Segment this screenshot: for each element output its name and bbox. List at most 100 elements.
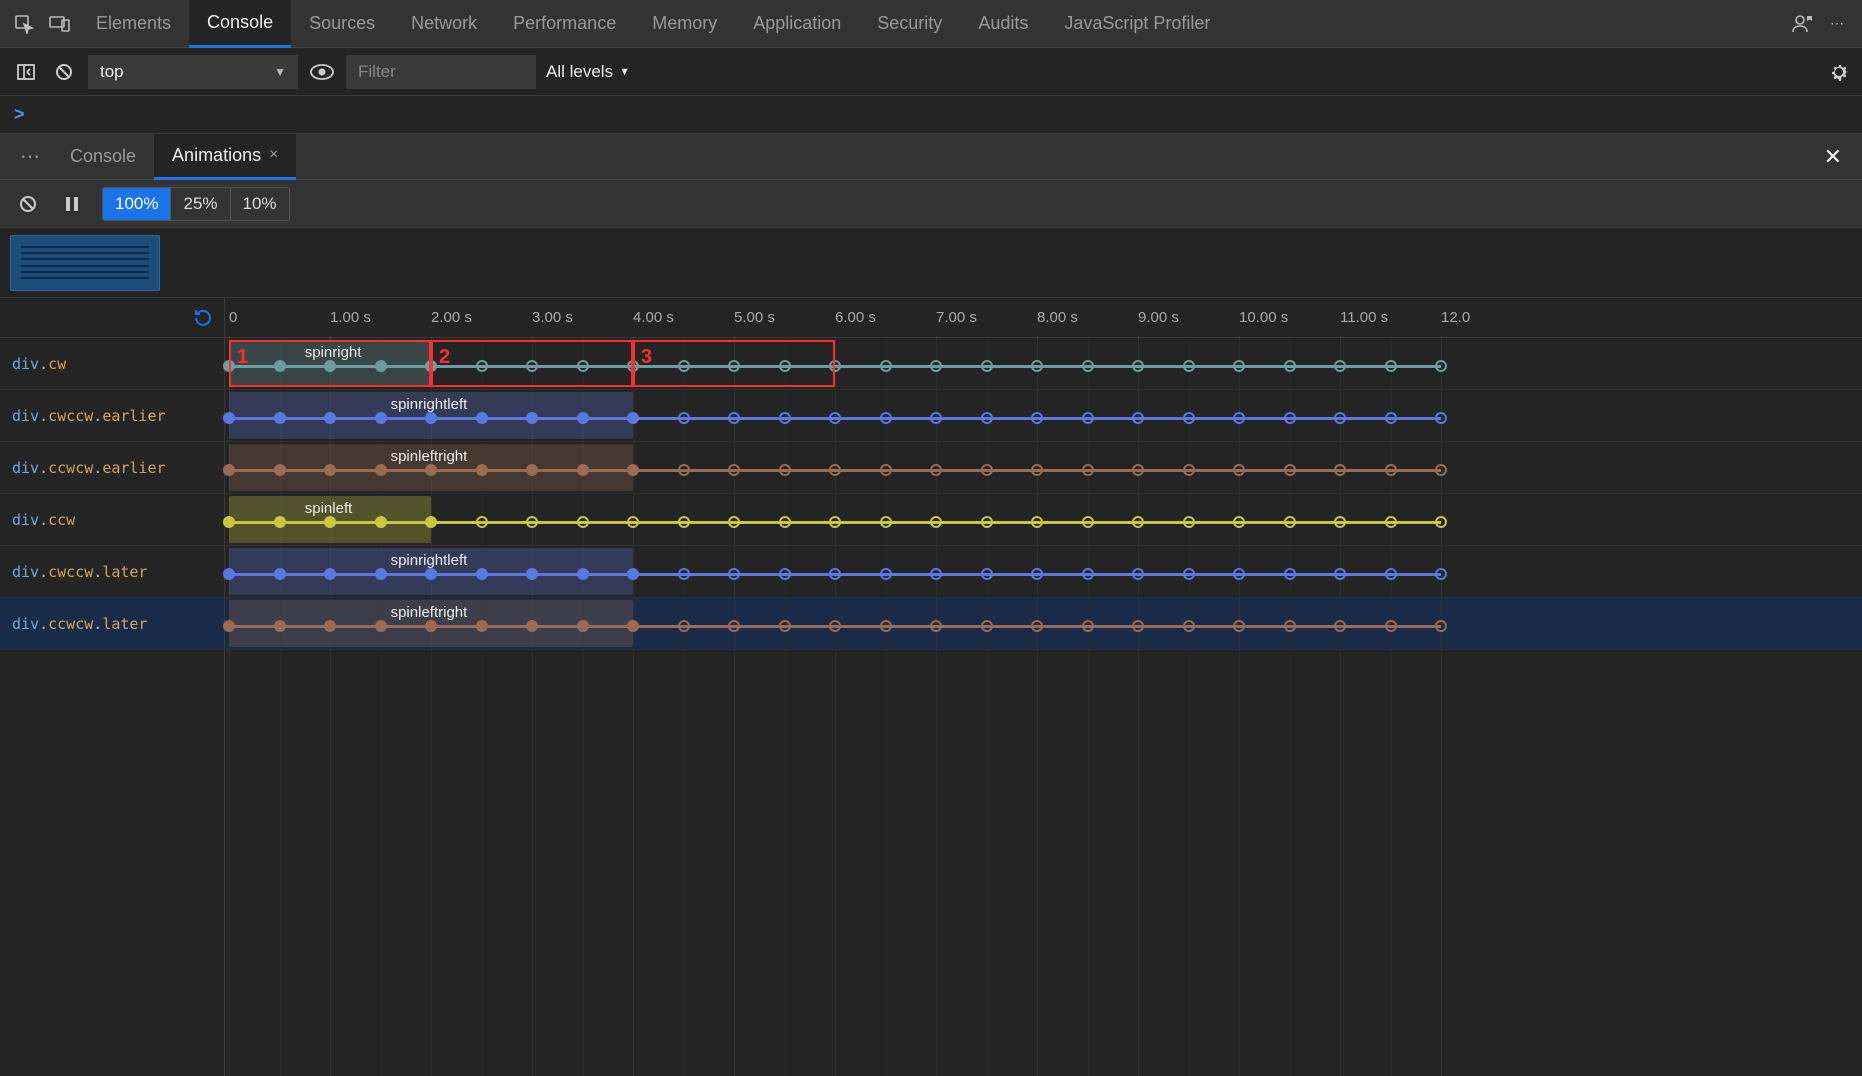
keyframe-marker[interactable] [930,360,942,372]
tab-audits[interactable]: Audits [960,0,1046,48]
keyframe-marker[interactable] [526,620,538,632]
keyframe-marker[interactable] [476,464,488,476]
keyframe-marker[interactable] [223,412,235,424]
keyframe-marker[interactable] [779,464,791,476]
keyframe-marker[interactable] [375,516,387,528]
keyframe-marker[interactable] [324,360,336,372]
keyframe-marker[interactable] [880,412,892,424]
keyframe-marker[interactable] [274,464,286,476]
close-tab-icon[interactable]: × [269,146,278,164]
tab-application[interactable]: Application [735,0,859,48]
keyframe-marker[interactable] [829,360,841,372]
keyframe-marker[interactable] [1435,620,1447,632]
keyframe-marker[interactable] [1183,464,1195,476]
keyframe-marker[interactable] [829,464,841,476]
keyframe-marker[interactable] [223,516,235,528]
keyframe-marker[interactable] [627,620,639,632]
keyframe-marker[interactable] [1183,516,1195,528]
live-expression-icon[interactable] [308,58,336,86]
keyframe-marker[interactable] [1435,464,1447,476]
keyframe-marker[interactable] [375,568,387,580]
drawer-tab-animations[interactable]: Animations× [154,134,296,180]
keyframe-marker[interactable] [728,516,740,528]
keyframe-marker[interactable] [1082,464,1094,476]
keyframe-marker[interactable] [324,620,336,632]
keyframe-marker[interactable] [728,464,740,476]
animation-track[interactable]: div.ccwcw.laterspinleftright [0,598,1862,650]
keyframe-marker[interactable] [1082,360,1094,372]
keyframe-marker[interactable] [1132,516,1144,528]
tab-javascript-profiler[interactable]: JavaScript Profiler [1046,0,1228,48]
keyframe-marker[interactable] [1132,412,1144,424]
pause-icon[interactable] [58,190,86,218]
keyframe-marker[interactable] [981,568,993,580]
keyframe-marker[interactable] [476,360,488,372]
keyframe-marker[interactable] [1284,568,1296,580]
keyframe-marker[interactable] [223,620,235,632]
log-levels-selector[interactable]: All levels ▼ [546,62,630,82]
keyframe-marker[interactable] [1385,620,1397,632]
keyframe-marker[interactable] [829,412,841,424]
keyframe-marker[interactable] [981,412,993,424]
drawer-tab-console[interactable]: Console [52,134,154,180]
keyframe-marker[interactable] [375,620,387,632]
keyframe-marker[interactable] [930,516,942,528]
keyframe-marker[interactable] [223,568,235,580]
keyframe-marker[interactable] [1284,464,1296,476]
keyframe-marker[interactable] [880,568,892,580]
keyframe-marker[interactable] [577,568,589,580]
keyframe-marker[interactable] [1385,412,1397,424]
keyframe-marker[interactable] [880,464,892,476]
keyframe-marker[interactable] [526,464,538,476]
keyframe-marker[interactable] [1233,516,1245,528]
keyframe-marker[interactable] [577,360,589,372]
keyframe-marker[interactable] [375,412,387,424]
device-toggle-icon[interactable] [42,6,78,42]
keyframe-marker[interactable] [880,620,892,632]
keyframe-marker[interactable] [779,360,791,372]
keyframe-marker[interactable] [678,360,690,372]
keyframe-marker[interactable] [1233,568,1245,580]
keyframe-marker[interactable] [1385,568,1397,580]
keyframe-marker[interactable] [274,620,286,632]
keyframe-marker[interactable] [728,568,740,580]
keyframe-marker[interactable] [1284,412,1296,424]
keyframe-marker[interactable] [274,360,286,372]
animation-track[interactable]: div.cwspinright123 [0,338,1862,390]
console-prompt[interactable]: > [0,96,1862,134]
keyframe-marker[interactable] [1183,620,1195,632]
keyframe-marker[interactable] [829,568,841,580]
keyframe-marker[interactable] [476,516,488,528]
keyframe-marker[interactable] [981,464,993,476]
keyframe-marker[interactable] [728,412,740,424]
keyframe-marker[interactable] [425,412,437,424]
keyframe-marker[interactable] [1082,516,1094,528]
keyframe-marker[interactable] [274,412,286,424]
close-drawer-icon[interactable]: ✕ [1812,144,1854,170]
keyframe-marker[interactable] [880,516,892,528]
keyframe-marker[interactable] [930,464,942,476]
keyframe-marker[interactable] [1334,412,1346,424]
speed-10[interactable]: 10% [231,188,289,220]
clear-animations-icon[interactable] [14,190,42,218]
keyframe-marker[interactable] [930,412,942,424]
feedback-icon[interactable] [1784,6,1820,42]
keyframe-marker[interactable] [880,360,892,372]
keyframe-marker[interactable] [1132,464,1144,476]
keyframe-marker[interactable] [1031,464,1043,476]
keyframe-marker[interactable] [1233,464,1245,476]
keyframe-marker[interactable] [1385,464,1397,476]
keyframe-marker[interactable] [1385,516,1397,528]
keyframe-marker[interactable] [1284,516,1296,528]
keyframe-marker[interactable] [1334,620,1346,632]
keyframe-marker[interactable] [526,412,538,424]
keyframe-marker[interactable] [678,464,690,476]
keyframe-marker[interactable] [1031,412,1043,424]
keyframe-marker[interactable] [223,464,235,476]
filter-input[interactable]: Filter [346,55,536,89]
tab-network[interactable]: Network [393,0,495,48]
toggle-sidebar-icon[interactable] [12,58,40,86]
keyframe-marker[interactable] [425,568,437,580]
keyframe-marker[interactable] [981,360,993,372]
keyframe-marker[interactable] [627,568,639,580]
